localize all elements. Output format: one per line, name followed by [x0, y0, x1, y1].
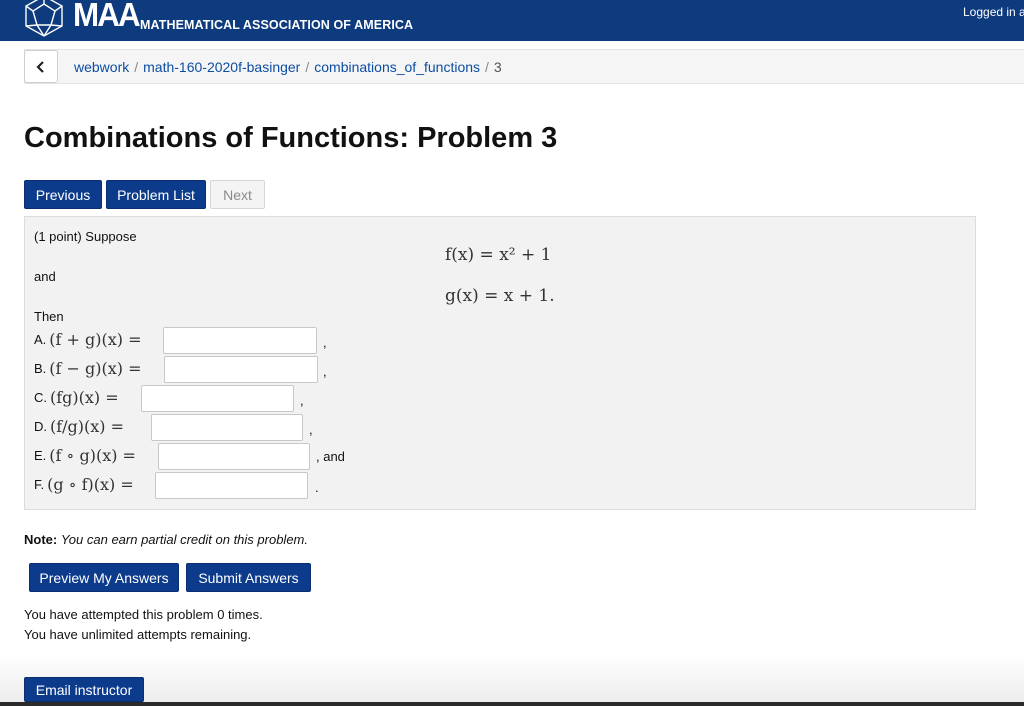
submit-answers-button[interactable]: Submit Answers	[186, 563, 311, 592]
part-e-punct: , and	[316, 449, 345, 464]
login-status: Logged in a	[963, 5, 1024, 19]
breadcrumb-separator: /	[134, 59, 139, 75]
attempts-used-text: You have attempted this problem 0 times.	[24, 607, 263, 622]
part-letter: D.	[34, 419, 47, 434]
partial-credit-note: Note: You can earn partial credit on thi…	[24, 532, 308, 547]
part-c-punct: ,	[300, 393, 304, 408]
problem-panel: (1 point) Suppose f(x) = x² + 1 and g(x)…	[24, 216, 976, 510]
maa-polyhedron-logo[interactable]	[22, 0, 66, 38]
next-button: Next	[210, 180, 265, 209]
window-bottom-edge	[0, 702, 1024, 706]
answer-input-b[interactable]	[164, 356, 318, 383]
part-b-label: B. (f − g)(x) =	[34, 359, 142, 378]
chevron-left-icon	[36, 61, 44, 73]
answer-input-a[interactable]	[163, 327, 317, 354]
part-d-label: D. (f/g)(x) =	[34, 417, 124, 436]
part-a-punct: ,	[323, 335, 327, 350]
site-header: MAA MATHEMATICAL ASSOCIATION OF AMERICA …	[0, 0, 1024, 41]
answer-input-c[interactable]	[141, 385, 294, 412]
organization-name: MATHEMATICAL ASSOCIATION OF AMERICA	[140, 18, 414, 32]
part-d-punct: ,	[309, 422, 313, 437]
part-expression: (fg)(x) =	[50, 388, 119, 407]
part-expression: (f ∘ g)(x) =	[49, 446, 136, 465]
part-letter: F.	[34, 477, 45, 492]
breadcrumb-link-course[interactable]: math-160-2020f-basinger	[143, 59, 300, 75]
note-text: You can earn partial credit on this prob…	[60, 532, 308, 547]
breadcrumb-separator: /	[485, 59, 489, 75]
email-instructor-button[interactable]: Email instructor	[24, 677, 144, 702]
breadcrumb-separator: /	[305, 59, 310, 75]
breadcrumb-link-webwork[interactable]: webwork	[74, 59, 129, 75]
back-button[interactable]	[24, 50, 58, 83]
previous-button[interactable]: Previous	[24, 180, 102, 209]
footer-fade	[0, 655, 1024, 706]
preview-answers-button[interactable]: Preview My Answers	[29, 563, 179, 592]
answer-input-f[interactable]	[155, 472, 308, 499]
answer-input-e[interactable]	[158, 443, 310, 470]
breadcrumb-link-set[interactable]: combinations_of_functions	[314, 59, 480, 75]
part-expression: (f − g)(x) =	[49, 359, 142, 378]
part-expression: (f + g)(x) =	[49, 330, 142, 349]
part-e-label: E. (f ∘ g)(x) =	[34, 446, 136, 465]
part-b-punct: ,	[323, 364, 327, 379]
note-label: Note:	[24, 532, 58, 547]
problem-intro: (1 point) Suppose	[34, 229, 137, 244]
part-expression: (f/g)(x) =	[50, 417, 125, 436]
f-definition: f(x) = x² + 1	[445, 245, 552, 265]
g-definition: g(x) = x + 1.	[445, 286, 555, 306]
part-a-label: A. (f + g)(x) =	[34, 330, 142, 349]
maa-logo-text[interactable]: MAA	[73, 0, 141, 34]
part-letter: E.	[34, 448, 47, 463]
part-expression: (g ∘ f)(x) =	[47, 475, 134, 494]
part-f-label: F. (g ∘ f)(x) =	[34, 475, 134, 494]
breadcrumb: webwork / math-160-2020f-basinger / combinat…	[74, 59, 502, 75]
part-letter: B.	[34, 361, 47, 376]
part-letter: A.	[34, 332, 47, 347]
answer-input-d[interactable]	[151, 414, 303, 441]
and-text: and	[34, 269, 56, 284]
problem-list-button[interactable]: Problem List	[106, 180, 206, 209]
part-c-label: C. (fg)(x) =	[34, 388, 119, 407]
part-f-punct: .	[315, 480, 319, 495]
attempts-remaining-text: You have unlimited attempts remaining.	[24, 627, 252, 642]
page-title: Combinations of Functions: Problem 3	[24, 122, 558, 154]
part-letter: C.	[34, 390, 47, 405]
breadcrumb-current: 3	[493, 59, 502, 75]
then-text: Then	[34, 309, 64, 324]
